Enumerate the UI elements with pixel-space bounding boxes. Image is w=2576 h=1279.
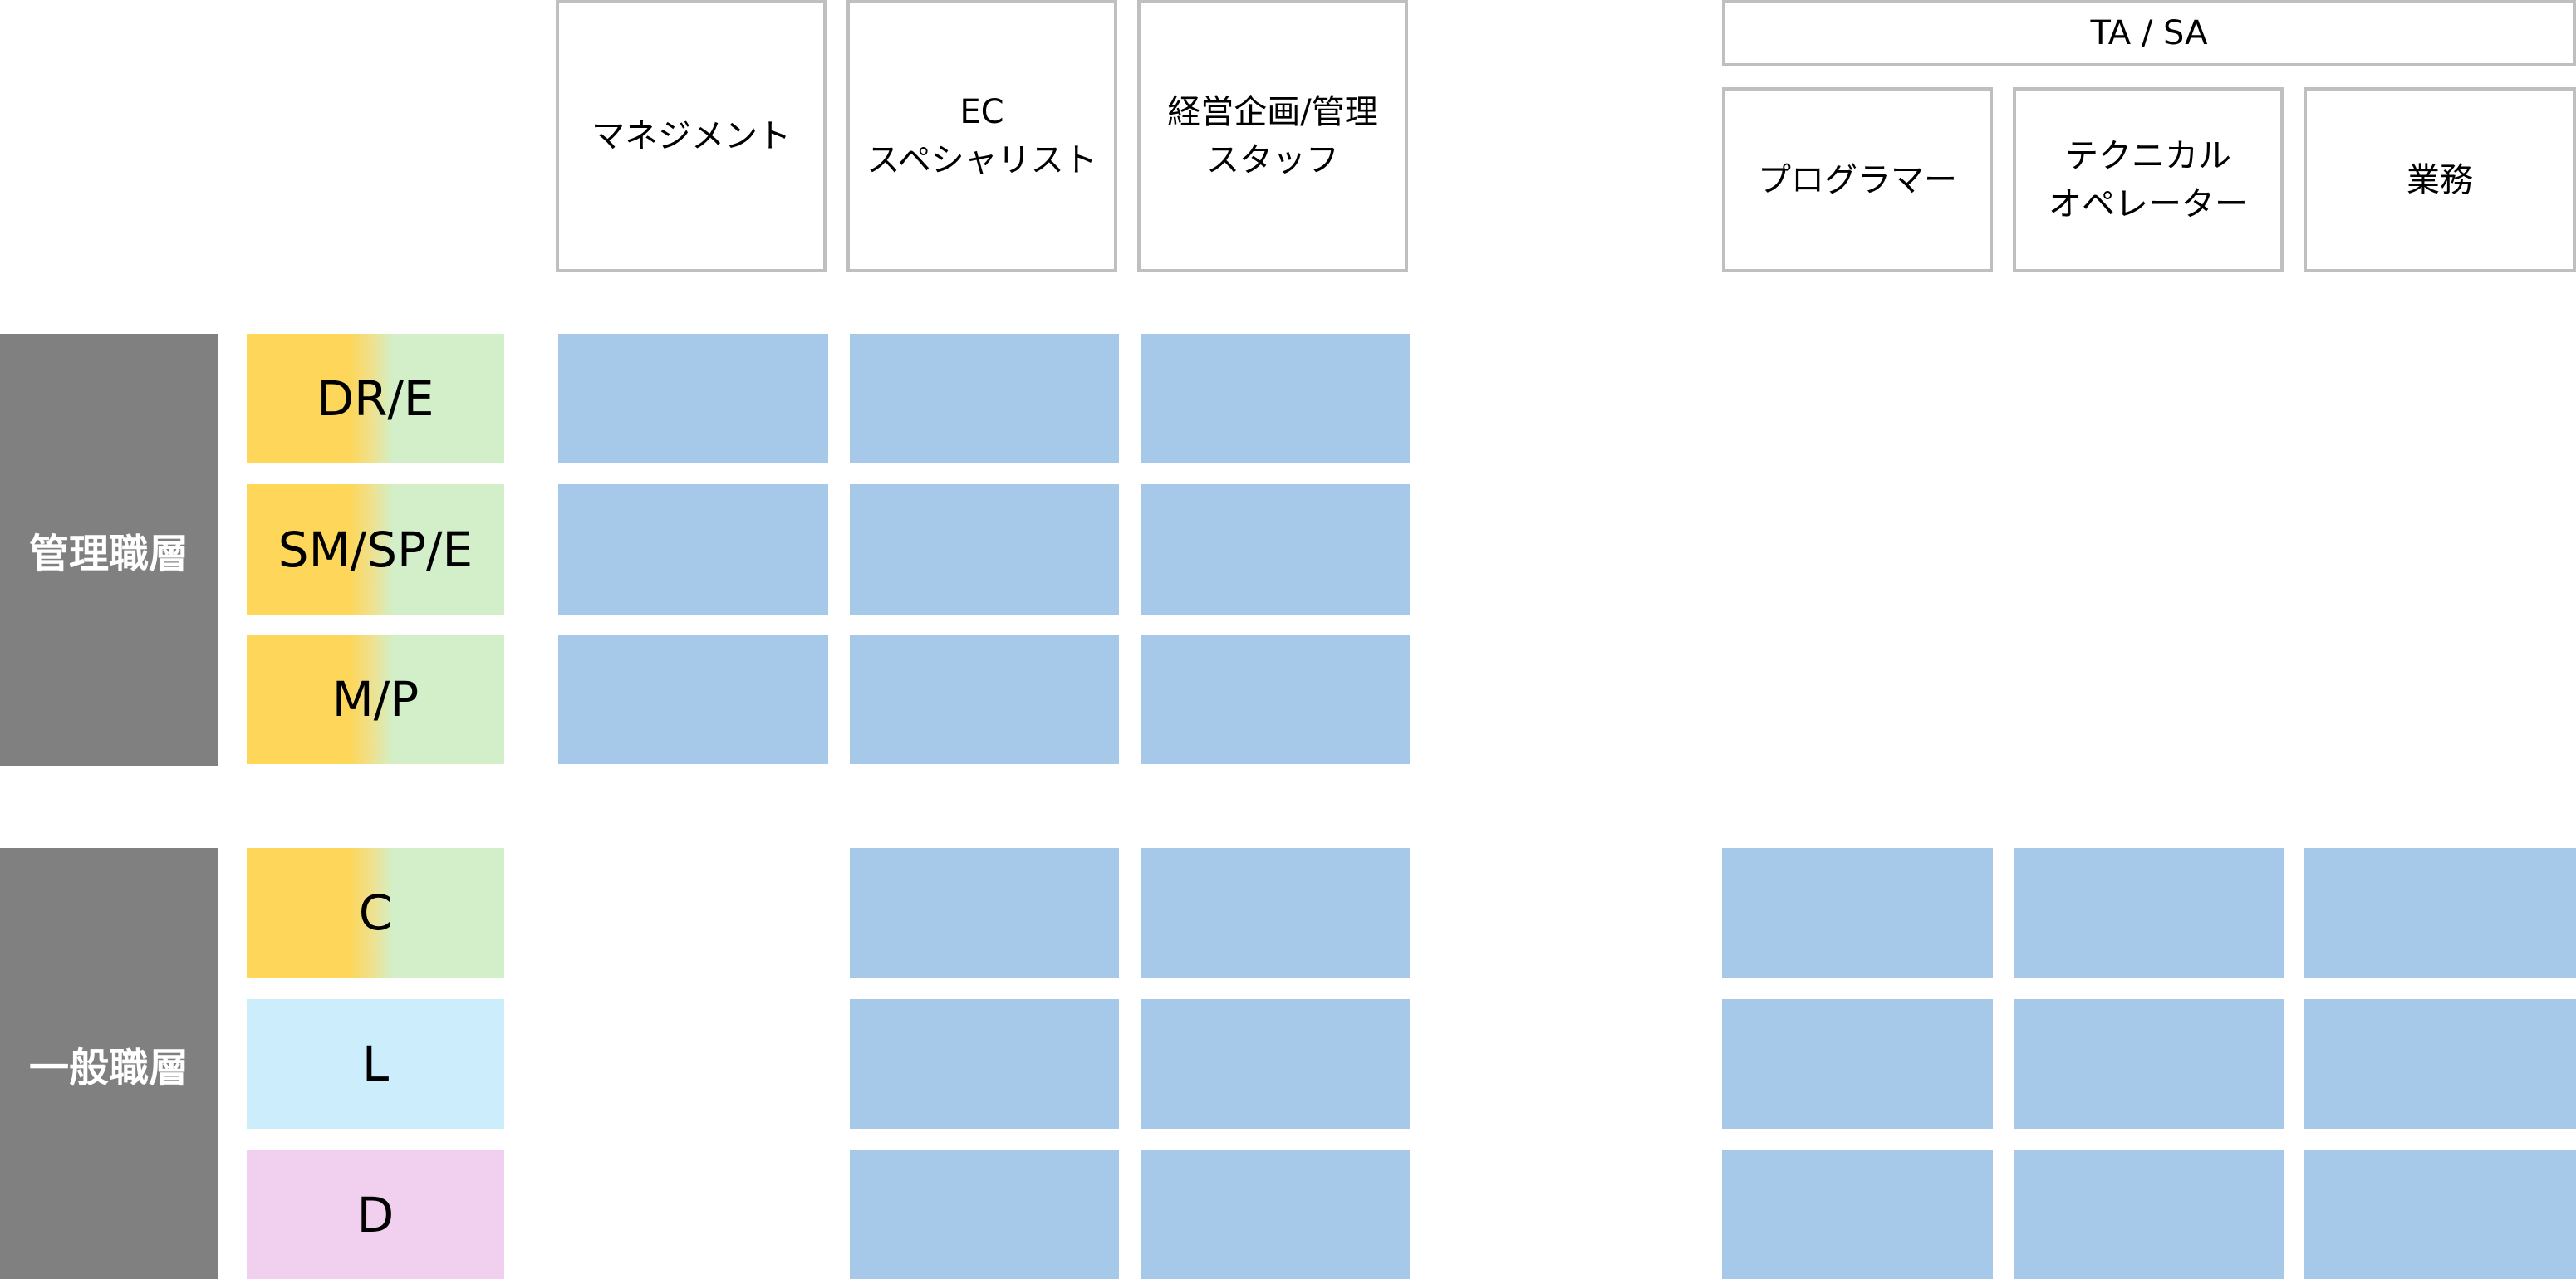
- cell-c-planning-staff: [1141, 848, 1410, 978]
- grade-m-p: M/P: [247, 635, 504, 764]
- cell-dr-e-planning-staff: [1141, 334, 1410, 463]
- cell-l-operations: [2304, 999, 2576, 1129]
- grade-sm-sp-e: SM/SP/E: [247, 484, 504, 615]
- cell-c-technical-operator: [2014, 848, 2284, 978]
- cell-c-ec-specialist: [850, 848, 1119, 978]
- grade-label: L: [361, 1036, 390, 1092]
- cell-m-p-management: [558, 635, 828, 764]
- cell-l-technical-operator: [2014, 999, 2284, 1129]
- column-header-operations: 業務: [2304, 87, 2576, 272]
- column-header-programmer: プログラマー: [1722, 87, 1993, 272]
- cell-d-planning-staff: [1141, 1150, 1410, 1279]
- cell-l-planning-staff: [1141, 999, 1410, 1129]
- cell-d-technical-operator: [2014, 1150, 2284, 1279]
- grade-l: L: [247, 999, 504, 1129]
- cell-m-p-ec-specialist: [850, 635, 1119, 764]
- grade-label: DR/E: [316, 370, 434, 427]
- cell-d-operations: [2304, 1150, 2576, 1279]
- tier-management-level: 管理職層: [0, 334, 218, 766]
- grade-d: D: [247, 1150, 504, 1279]
- column-header-label: プログラマー: [1758, 160, 1957, 199]
- column-header-planning-staff: 経営企画/管理 スタッフ: [1137, 0, 1408, 272]
- tier-label: 一般職層: [28, 1044, 189, 1091]
- cell-d-ec-specialist: [850, 1150, 1119, 1279]
- column-header-ec-specialist: EC スペシャリスト: [846, 0, 1117, 272]
- grade-label: M/P: [331, 671, 420, 728]
- column-header-label: EC スペシャリスト: [866, 93, 1097, 179]
- column-header-label: 業務: [2407, 160, 2473, 199]
- grade-label: D: [356, 1186, 395, 1243]
- grade-c: C: [247, 848, 504, 978]
- column-header-management: マネジメント: [556, 0, 827, 272]
- tier-label: 管理職層: [28, 531, 189, 577]
- group-header-ta-sa: TA / SA: [1722, 0, 2576, 66]
- column-header-technical-operator: テクニカル オペレーター: [2013, 87, 2284, 272]
- column-header-label: マネジメント: [591, 117, 791, 155]
- column-header-label: テクニカル オペレーター: [2049, 136, 2248, 223]
- group-header-label: TA / SA: [2090, 14, 2208, 52]
- cell-c-programmer: [1722, 848, 1993, 978]
- cell-dr-e-management: [558, 334, 828, 463]
- cell-c-operations: [2304, 848, 2576, 978]
- cell-sm-sp-e-planning-staff: [1141, 484, 1410, 615]
- cell-l-ec-specialist: [850, 999, 1119, 1129]
- cell-sm-sp-e-ec-specialist: [850, 484, 1119, 615]
- cell-sm-sp-e-management: [558, 484, 828, 615]
- cell-dr-e-ec-specialist: [850, 334, 1119, 463]
- cell-d-programmer: [1722, 1150, 1993, 1279]
- grade-label: SM/SP/E: [277, 521, 473, 578]
- grade-dr-e: DR/E: [247, 334, 504, 463]
- cell-m-p-planning-staff: [1141, 635, 1410, 764]
- cell-l-programmer: [1722, 999, 1993, 1129]
- column-header-label: 経営企画/管理 スタッフ: [1167, 93, 1378, 179]
- grade-label: C: [358, 885, 393, 941]
- tier-general-level: 一般職層: [0, 848, 218, 1279]
